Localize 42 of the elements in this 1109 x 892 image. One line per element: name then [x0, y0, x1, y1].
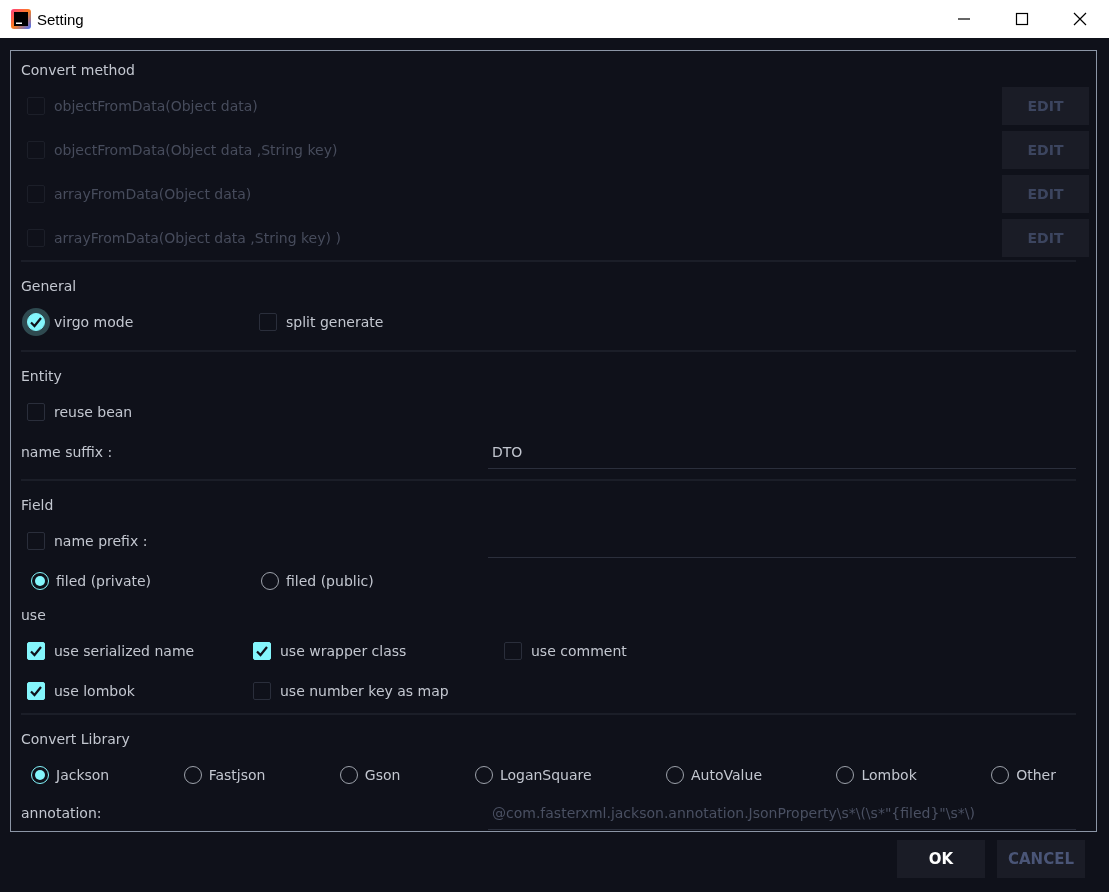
checkbox-label: split generate: [286, 314, 384, 330]
section-title: Convert Library: [21, 730, 131, 749]
radio-label: filed (private): [56, 573, 152, 589]
radio-label: Lombok: [861, 767, 917, 783]
checkbox[interactable]: [259, 313, 277, 331]
checkbox-label: use lombok: [54, 683, 135, 699]
field-label: annotation:: [21, 805, 103, 821]
checkbox[interactable]: [27, 403, 45, 421]
checkbox[interactable]: [27, 532, 45, 550]
checkbox-label: reuse bean: [54, 404, 133, 420]
section-title: General: [21, 277, 78, 296]
radio-label: LoganSquare: [499, 767, 592, 783]
checkbox-label: objectFromData(Object data ,String key): [54, 142, 339, 158]
maximize-icon[interactable]: [1015, 12, 1029, 26]
checkbox-label: use number key as map: [280, 683, 449, 699]
checkbox-label: use comment: [531, 643, 627, 659]
checkbox-label: name prefix :: [54, 533, 148, 549]
radio-label: AutoValue: [691, 767, 762, 783]
radio-label: Jackson: [56, 767, 110, 783]
radio-label: Other: [1016, 767, 1056, 783]
radio-label: Gson: [364, 767, 401, 783]
section-title: Convert method: [21, 61, 136, 80]
field-label: name suffix :: [21, 444, 114, 460]
dialog-button[interactable]: OK: [897, 840, 985, 878]
checkbox[interactable]: [253, 682, 271, 700]
checkbox[interactable]: [504, 642, 522, 660]
radio-label: filed (public): [286, 573, 374, 589]
checkbox-label: use serialized name: [54, 643, 195, 659]
radio-label: Fastjson: [208, 767, 266, 783]
checkbox-label: use wrapper class: [280, 643, 407, 659]
section-title: Entity: [21, 367, 63, 386]
input-field[interactable]: @com.fasterxml.jackson.annotation.JsonProperty\s*\(\s*"{filed}"\s*\): [488, 796, 1076, 830]
close-icon[interactable]: [1073, 12, 1087, 26]
section-title: use: [21, 606, 47, 625]
window-title: Setting: [37, 10, 84, 28]
checkbox-label: virgo mode: [54, 314, 134, 330]
checkbox-label: arrayFromData(Object data): [54, 186, 253, 202]
checkbox-label: arrayFromData(Object data ,String key) ): [54, 230, 342, 246]
checkbox-label: objectFromData(Object data): [54, 98, 259, 114]
input-field[interactable]: DTO: [488, 435, 1076, 469]
section-title: Field: [21, 496, 55, 515]
app-logo-icon: [11, 9, 31, 29]
